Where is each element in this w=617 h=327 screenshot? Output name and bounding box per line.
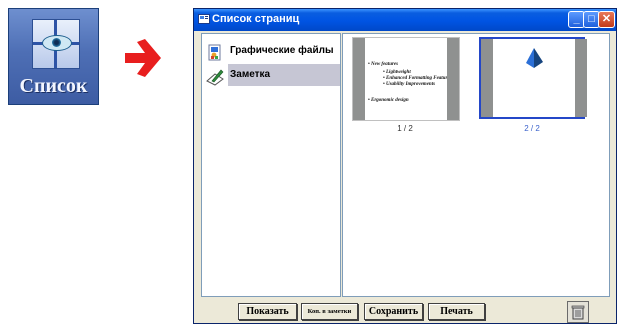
title-bar[interactable]: Список страниц _ □ ✕	[194, 9, 616, 31]
list-app-tile[interactable]: Список	[8, 8, 99, 105]
close-button[interactable]: ✕	[598, 11, 615, 28]
thumbnail-caption: 2 / 2	[524, 124, 540, 133]
note-pen-icon	[206, 69, 224, 86]
trash-can-icon	[571, 305, 585, 320]
save-button[interactable]: Сохранить	[364, 303, 423, 320]
window-icon	[198, 14, 210, 24]
thumbnail-caption: 1 / 2	[397, 124, 413, 133]
graphics-files-icon	[208, 44, 221, 61]
show-button[interactable]: Показать	[238, 303, 297, 320]
page-thumbnails-panel: • New features • Lightweight • Enhanced …	[342, 33, 610, 297]
thumb-text-line: • Usability Improvements	[383, 82, 436, 87]
page-list-window: Список страниц _ □ ✕ Графические файлы З…	[193, 8, 617, 324]
list-eye-icon	[32, 19, 80, 69]
print-button[interactable]: Печать	[428, 303, 485, 320]
list-item-note[interactable]: Заметка	[202, 64, 340, 88]
trash-button[interactable]	[567, 301, 589, 323]
red-arrow-right-icon	[125, 39, 161, 77]
page-type-list: Графические файлы Заметка	[201, 33, 341, 297]
thumb-text-line: • Enhanced Formatting Features	[383, 76, 452, 81]
thumb-text-line: • Lightweight	[383, 70, 411, 75]
page-thumbnail-2[interactable]	[479, 37, 587, 119]
thumb-text-line: • Ergonomic design	[368, 98, 409, 103]
window-title: Список страниц	[212, 13, 300, 25]
thumb-text-line: • New features	[368, 62, 399, 67]
pyramid-icon	[526, 48, 543, 68]
copy-to-note-button[interactable]: Коп. в заметки	[301, 303, 358, 320]
list-item-graphics-files[interactable]: Графические файлы	[202, 40, 340, 64]
tile-label: Список	[19, 75, 88, 97]
list-item-label: Графические файлы	[230, 45, 334, 56]
page-thumbnail-1[interactable]: • New features • Lightweight • Enhanced …	[352, 37, 460, 121]
list-item-label: Заметка	[230, 69, 271, 80]
